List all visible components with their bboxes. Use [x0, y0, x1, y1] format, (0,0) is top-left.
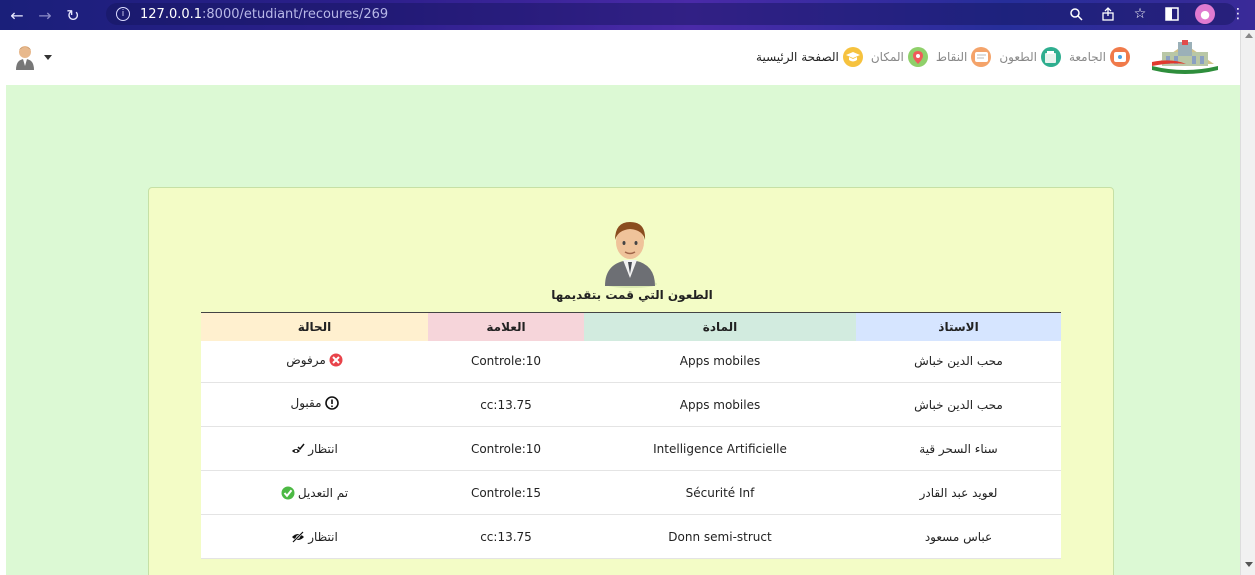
folder-icon — [1040, 47, 1061, 67]
cell-status: انتظار — [201, 426, 428, 471]
browser-toolbar: ← → ↻ i 127.0.0.1:8000/etudiant/recoures… — [0, 0, 1255, 30]
status-badge: انتظار — [291, 442, 338, 456]
main-content: الطعون التي قمت بتقديمها الاستاذ المادة … — [6, 85, 1240, 575]
nav-link-location[interactable]: المكان — [871, 47, 928, 67]
status-badge: تم التعديل — [281, 486, 348, 500]
graduation-cap-icon — [842, 47, 863, 67]
nav-link-label: النقاط — [935, 50, 968, 64]
cell-subject: Intelligence Artificielle — [584, 426, 856, 471]
cell-mark: Controle:10 — [428, 340, 584, 383]
site-info-icon[interactable]: i — [116, 7, 130, 21]
zoom-icon[interactable] — [1067, 5, 1085, 23]
nav-link-label: المكان — [870, 50, 904, 64]
cell-professor: محب الدين خباش — [856, 382, 1061, 427]
nav-link-university[interactable]: الجامعة — [1069, 47, 1130, 67]
chevron-down-icon[interactable] — [44, 54, 52, 60]
cell-subject: Apps mobiles — [584, 382, 856, 427]
cell-professor: لعويد عبد القادر — [856, 470, 1061, 515]
student-avatar-icon — [605, 222, 657, 288]
nav-link-home[interactable]: الصفحة الرئيسية — [756, 47, 863, 67]
cell-status: مرفوض — [201, 340, 428, 383]
cell-professor: محب الدين خباش — [856, 340, 1061, 383]
cell-mark: cc:13.75 — [428, 514, 584, 559]
status-badge: انتظار — [291, 530, 338, 544]
site-logo[interactable] — [1152, 40, 1218, 74]
vertical-scrollbar[interactable] — [1240, 30, 1255, 575]
header-mark: العلامة — [428, 312, 584, 341]
header-subject: المادة — [584, 312, 856, 341]
table-header-row: الاستاذ المادة العلامة الحالة — [201, 312, 1061, 341]
back-arrow-icon[interactable]: ← — [6, 4, 28, 26]
appeals-table: الاستاذ المادة العلامة الحالة محب الدين … — [201, 312, 1061, 559]
university-icon — [1110, 47, 1130, 67]
user-menu[interactable] — [14, 44, 52, 70]
cell-professor: سناء السحر قية — [856, 426, 1061, 471]
reload-icon[interactable]: ↻ — [62, 4, 84, 26]
cell-status: مقبول — [201, 382, 428, 427]
table-row: محب الدين خباش Apps mobiles Controle:10 … — [201, 340, 1061, 383]
cell-mark: Controle:15 — [428, 470, 584, 515]
user-avatar-icon[interactable] — [14, 44, 36, 70]
menu-kebab-icon[interactable]: ⋮ — [1229, 5, 1247, 23]
scroll-up-icon[interactable] — [1245, 33, 1253, 38]
cell-mark: Controle:10 — [428, 426, 584, 471]
cell-status: انتظار — [201, 514, 428, 559]
bookmark-star-icon[interactable]: ☆ — [1131, 5, 1149, 23]
appeals-card: الطعون التي قمت بتقديمها الاستاذ المادة … — [148, 187, 1114, 575]
cell-subject: Apps mobiles — [584, 340, 856, 383]
check-circle-icon — [281, 486, 295, 499]
page-viewport: الصفحة الرئيسية المكان النقاط الطعون الج… — [0, 30, 1240, 575]
forward-arrow-icon[interactable]: → — [34, 4, 56, 26]
status-badge: مقبول — [290, 396, 339, 410]
share-icon[interactable] — [1099, 5, 1117, 23]
url-path: :8000/etudiant/recoures/269 — [202, 6, 389, 22]
cell-professor: عباس مسعود — [856, 514, 1061, 559]
nav-link-grades[interactable]: النقاط — [935, 47, 992, 67]
table-row: لعويد عبد القادر Sécurité Inf Controle:1… — [201, 470, 1061, 515]
nav-link-label: الصفحة الرئيسية — [756, 50, 839, 64]
url-host: 127.0.0.1 — [140, 6, 203, 22]
status-label: مقبول — [290, 396, 322, 410]
scroll-down-icon[interactable] — [1245, 562, 1253, 567]
eye-slash-icon — [292, 530, 305, 543]
header-professor: الاستاذ — [856, 312, 1061, 341]
table-row: محب الدين خباش Apps mobiles cc:13.75 مقب… — [201, 382, 1061, 427]
status-label: مرفوض — [286, 352, 326, 367]
header-status: الحالة — [201, 312, 428, 341]
nav-links: الصفحة الرئيسية المكان النقاط الطعون الج… — [756, 47, 1130, 67]
nav-link-label: الطعون — [999, 50, 1037, 64]
profile-avatar-icon[interactable]: ● — [1195, 4, 1215, 24]
nav-link-appeals[interactable]: الطعون — [999, 47, 1061, 67]
message-icon — [971, 47, 992, 67]
table-row: سناء السحر قية Intelligence Artificielle… — [201, 426, 1061, 471]
status-label: انتظار — [308, 441, 338, 456]
status-badge: مرفوض — [286, 353, 343, 367]
nav-link-label: الجامعة — [1068, 50, 1106, 64]
cell-subject: Donn semi-struct — [584, 514, 856, 559]
status-label: انتظار — [308, 529, 338, 544]
table-row: عباس مسعود Donn semi-struct cc:13.75 انت… — [201, 514, 1061, 559]
page-title: الطعون التي قمت بتقديمها — [551, 288, 713, 302]
exclamation-circle-icon — [324, 396, 339, 410]
eye-check-icon — [292, 443, 305, 453]
rejected-x-icon — [329, 353, 343, 367]
cell-mark: cc:13.75 — [428, 382, 584, 427]
cell-subject: Sécurité Inf — [584, 470, 856, 515]
map-pin-icon — [907, 47, 928, 67]
cell-status: تم التعديل — [201, 470, 428, 515]
status-label: تم التعديل — [297, 485, 349, 500]
top-navbar: الصفحة الرئيسية المكان النقاط الطعون الج… — [0, 30, 1240, 85]
side-panel-icon[interactable] — [1163, 5, 1181, 23]
